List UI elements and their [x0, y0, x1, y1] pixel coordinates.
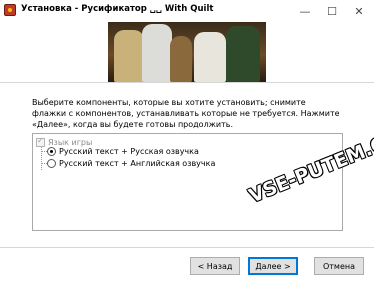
close-button[interactable]: ✕ — [345, 0, 373, 22]
radio-button[interactable] — [47, 159, 56, 168]
game-cover-art — [108, 22, 266, 82]
back-button[interactable]: < Назад — [190, 257, 240, 275]
parent-checkbox — [36, 136, 45, 147]
option-label: Русский текст + Английская озвучка — [59, 159, 216, 168]
option-russian-voice[interactable]: Русский текст + Русская озвучка — [47, 147, 199, 156]
cancel-button[interactable]: Отмена — [314, 257, 364, 275]
maximize-button[interactable]: ☐ — [318, 0, 346, 22]
app-icon — [4, 4, 16, 16]
title-bar: Установка - Русификатор ␣␣ With Quilt — … — [0, 0, 374, 22]
radio-button-selected[interactable] — [47, 147, 56, 156]
footer-separator — [0, 247, 374, 248]
header-separator — [0, 82, 374, 83]
component-parent: Язык игры — [36, 136, 93, 147]
next-button[interactable]: Далее > — [248, 257, 298, 275]
window-title: Установка - Русификатор ␣␣ With Quilt — [21, 4, 214, 14]
component-parent-label: Язык игры — [48, 138, 93, 147]
minimize-button[interactable]: — — [291, 0, 319, 22]
instructions-text: Выберите компоненты, которые вы хотите у… — [32, 98, 340, 129]
option-label: Русский текст + Русская озвучка — [59, 147, 199, 156]
option-english-voice[interactable]: Русский текст + Английская озвучка — [47, 159, 215, 168]
header-banner — [0, 22, 374, 82]
